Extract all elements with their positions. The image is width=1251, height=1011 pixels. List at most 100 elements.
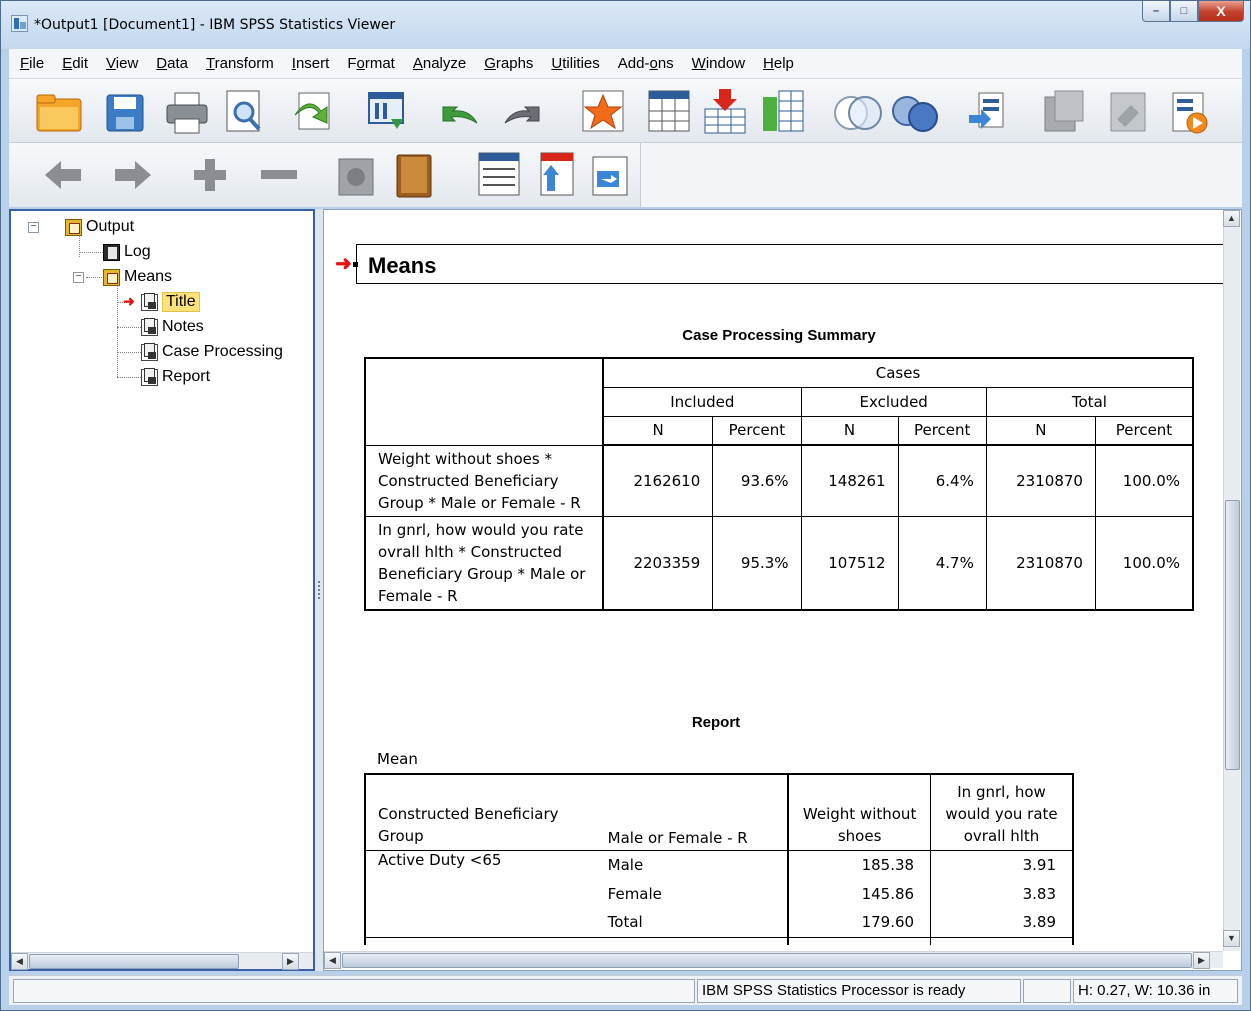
menu-mnemonic: F	[20, 54, 30, 72]
report-table[interactable]: Constructed Beneficiary Group Male or Fe…	[364, 773, 1074, 945]
goto-case-icon[interactable]	[582, 90, 624, 132]
cps-header-cases: Cases	[602, 357, 1194, 388]
export-icon[interactable]	[294, 92, 330, 130]
collapse-means-toggle[interactable]: −	[73, 272, 84, 283]
table-icon	[141, 367, 158, 386]
status-empty-cell	[1023, 979, 1071, 1003]
menu-window[interactable]: Window	[683, 49, 754, 79]
tree-item-log[interactable]: Log	[103, 241, 151, 263]
menu-label-part: ns	[657, 54, 674, 72]
menu-graphs[interactable]: Graphs	[475, 49, 542, 79]
menu-help[interactable]: Help	[754, 49, 803, 79]
report-cell-weight: 145.86	[787, 879, 931, 908]
menu-add-ons[interactable]: Add-ons	[609, 49, 683, 79]
tree-item-case-processing[interactable]: Case Processing	[141, 341, 283, 363]
open-folder-icon[interactable]	[36, 94, 82, 132]
contents-horizontal-scrollbar[interactable]: ◀ ▶	[324, 951, 1223, 969]
table-row: Total 179.60 3.89	[365, 908, 1073, 937]
scroll-left-icon[interactable]: ◀	[324, 952, 341, 969]
scripts-icon[interactable]	[1110, 92, 1146, 132]
demote-icon[interactable]	[115, 161, 151, 189]
promote-icon[interactable]	[45, 161, 81, 189]
hide-icon[interactable]	[396, 154, 432, 198]
report-statistic-label: Mean	[377, 750, 418, 768]
report-header-group: Constructed Beneficiary Group	[365, 774, 602, 851]
close-button[interactable]: X	[1198, 1, 1244, 22]
redo-icon[interactable]	[504, 106, 540, 124]
menu-view[interactable]: View	[97, 49, 147, 79]
insert-text-icon[interactable]	[592, 156, 628, 196]
scroll-right-icon[interactable]: ▶	[282, 953, 299, 970]
expand-icon[interactable]	[194, 159, 226, 191]
scrollbar-thumb[interactable]	[342, 953, 1192, 968]
show-icon[interactable]	[338, 158, 374, 196]
menu-insert[interactable]: Insert	[283, 49, 339, 79]
scroll-left-icon[interactable]: ◀	[11, 953, 28, 970]
insert-heading-icon[interactable]	[478, 152, 520, 196]
report-empty-cell	[601, 936, 789, 945]
outline-horizontal-scrollbar[interactable]: ◀ ▶	[11, 952, 313, 970]
cps-caption: Case Processing Summary	[682, 327, 876, 344]
report-row-sex: Male	[607, 855, 644, 874]
means-heading: Means	[368, 253, 437, 278]
menu-mnemonic: W	[691, 54, 706, 72]
contents-vertical-scrollbar[interactable]: ▲ ▼	[1223, 210, 1240, 951]
insert-variable-icon[interactable]	[763, 90, 804, 132]
app-icon[interactable]	[11, 15, 28, 32]
menu-data[interactable]: Data	[147, 49, 197, 79]
scroll-down-icon[interactable]: ▼	[1223, 930, 1240, 947]
menu-label-part: raphs	[495, 54, 534, 72]
tree-item-means[interactable]: Means	[103, 266, 172, 288]
tree-item-notes-label: Notes	[162, 318, 204, 335]
means-title-box[interactable]	[356, 244, 1223, 284]
log-icon	[103, 243, 120, 261]
recall-dialog-icon[interactable]	[368, 92, 404, 129]
menu-label-part: Add-	[617, 54, 650, 72]
menu-file[interactable]: File	[11, 49, 53, 79]
menu-edit[interactable]: Edit	[53, 49, 97, 79]
undo-icon[interactable]	[442, 106, 478, 124]
print-preview-icon[interactable]	[226, 90, 261, 132]
tree-item-notes[interactable]: Notes	[141, 316, 204, 338]
notes-icon	[141, 317, 158, 336]
report-row-sex: Female	[607, 884, 662, 903]
scrollbar-thumb[interactable]	[1225, 500, 1240, 770]
cps-header-included: Included	[602, 386, 802, 417]
value-labels-icon[interactable]	[834, 96, 882, 130]
outline-pane[interactable]: − Output Log − Means ➜ Title Notes Case …	[9, 209, 315, 971]
collapse-icon[interactable]	[261, 170, 297, 179]
scroll-up-icon[interactable]: ▲	[1223, 210, 1240, 227]
cps-header-n: N	[985, 415, 1096, 446]
insert-cases-icon[interactable]	[704, 89, 746, 134]
use-sets-icon[interactable]	[892, 96, 938, 132]
cps-header-percent: Percent	[1094, 415, 1194, 446]
maximize-button[interactable]: □	[1170, 1, 1198, 22]
tree-item-title[interactable]: Title	[141, 291, 200, 313]
menu-transform[interactable]: Transform	[197, 49, 283, 79]
table-row: In gnrl, how would you rate ovrall hlth …	[364, 515, 1194, 610]
minimize-button[interactable]: –	[1142, 1, 1170, 22]
menu-utilities[interactable]: Utilities	[542, 49, 608, 79]
designate-window-icon[interactable]	[1044, 90, 1084, 132]
case-processing-summary-table[interactable]: Cases Included Excluded Total N Percent …	[364, 357, 1194, 611]
cps-header-n: N	[602, 415, 714, 446]
pane-splitter[interactable]	[315, 209, 323, 971]
menu-format[interactable]: Format	[338, 49, 404, 79]
save-icon[interactable]	[106, 94, 144, 132]
split-file-icon[interactable]	[969, 92, 1004, 129]
report-header-health: In gnrl, how would you rate ovrall hlth	[930, 774, 1073, 851]
cps-cell: 2162610	[602, 444, 714, 517]
insert-title-icon[interactable]	[540, 152, 574, 196]
title-bar[interactable]: *Output1 [Document1] - IBM SPSS Statisti…	[1, 1, 1250, 49]
show-all-variables-icon[interactable]	[1172, 92, 1208, 134]
menu-analyze[interactable]: Analyze	[404, 49, 475, 79]
scrollbar-thumb[interactable]	[29, 954, 239, 969]
collapse-output-toggle[interactable]: −	[28, 222, 39, 233]
scroll-right-icon[interactable]: ▶	[1193, 952, 1210, 969]
print-icon[interactable]	[166, 92, 208, 134]
tree-item-report[interactable]: Report	[141, 366, 210, 388]
cps-cell: 100.0%	[1094, 515, 1194, 610]
tree-item-output[interactable]: Output	[65, 216, 134, 238]
report-empty-cell	[365, 908, 602, 937]
goto-variable-icon[interactable]	[648, 90, 690, 132]
